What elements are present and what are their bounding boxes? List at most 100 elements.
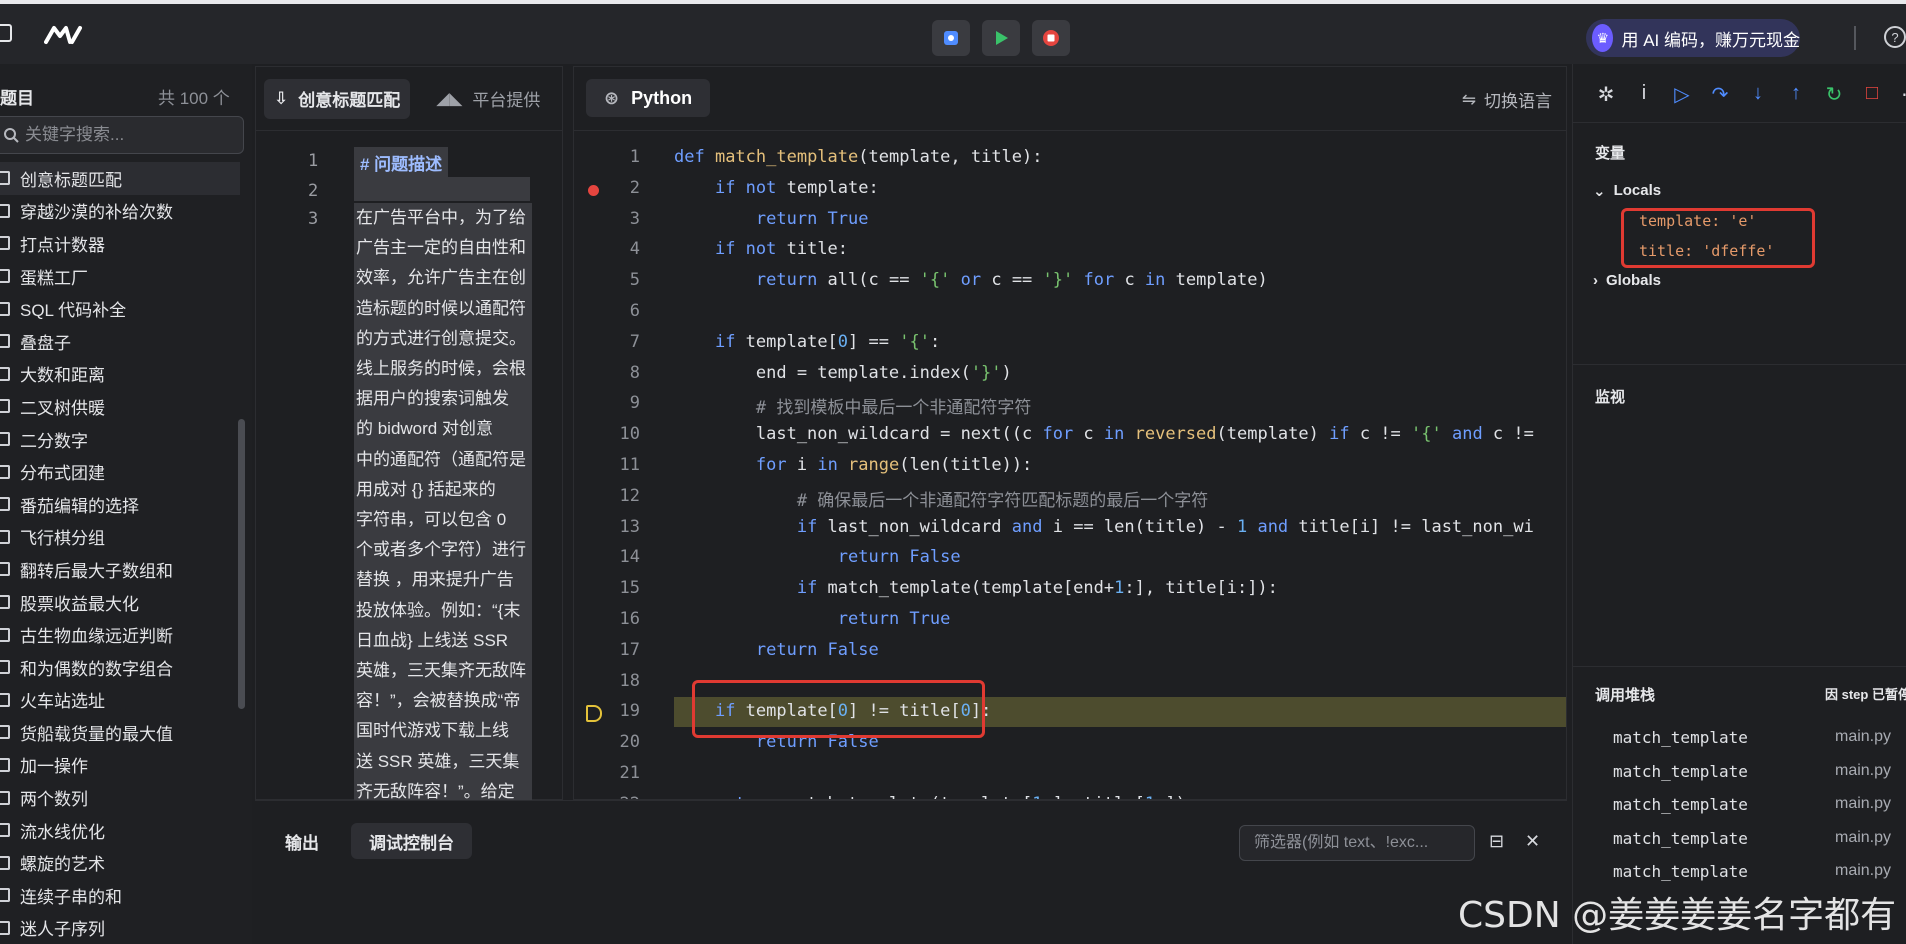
sidebar-scrollbar[interactable] [238,419,245,709]
debug-button[interactable] [932,20,970,56]
sidebar-item-label: 和为偶数的数字组合 [20,659,173,679]
tab-platform[interactable]: ◢◣ 平台提供 [426,79,550,119]
description-line: 替换 ，用来提升广告 [356,570,514,590]
sidebar-item[interactable]: 大数和距离 [0,358,240,391]
watermark: CSDN @姜姜姜姜名字都有 [1458,895,1897,936]
sidebar-item[interactable]: 飞行棋分组 [0,521,240,554]
restart-icon[interactable]: ↻ [1825,82,1843,107]
close-icon[interactable]: ✕ [1525,831,1540,852]
tab-python[interactable]: ⊛ Python [586,79,711,117]
code-token: in [1144,270,1176,291]
code-line[interactable]: 21 [574,759,1566,789]
callstack-frame[interactable]: match_template main.py [1613,762,1903,781]
sidebar-item[interactable]: 番茄编辑的选择 [0,488,240,521]
more-icon[interactable]: ⋯ [1901,82,1906,107]
callstack-frame[interactable]: match_template main.py [1613,728,1903,747]
stop-icon [1043,30,1059,46]
info-icon[interactable]: i [1635,82,1653,107]
code-line[interactable]: 10 last_non_wildcard = next((c for c in … [574,420,1566,450]
code-line[interactable]: 6 [574,297,1566,327]
description-line: 线上服务的时候，会根 [356,359,526,379]
sidebar-item[interactable]: 螺旋的艺术 [0,846,240,879]
sidebar-item-label: 螺旋的艺术 [20,855,105,875]
bug-icon[interactable]: ✲ [1597,82,1615,107]
document-icon [0,660,10,675]
continue-icon[interactable]: ▷ [1673,82,1691,107]
callstack-frame[interactable]: match_template main.py [1613,862,1903,881]
sidebar-item[interactable]: 股票收益最大化 [0,586,240,619]
code-line[interactable]: 15 if match_template(template[end+1:], t… [574,574,1566,604]
sidebar-item[interactable]: 叠盘子 [0,325,240,358]
sidebar-item[interactable]: 两个数列 [0,781,240,814]
sidebar-item[interactable]: 翻转后最大子数组和 [0,553,240,586]
document-icon [0,823,10,838]
stop-square-icon[interactable]: □ [1863,82,1881,107]
clear-console-icon[interactable]: ⊟ [1489,831,1504,852]
locals-node[interactable]: ⌄ Locals [1593,182,1661,200]
sidebar-item[interactable]: 火车站选址 [0,684,240,717]
sidebar-item-label: 番茄编辑的选择 [20,496,139,516]
sidebar-item-label: 流水线优化 [20,822,105,842]
sidebar-item[interactable]: 二叉树供暖 [0,390,240,423]
sidebar-item-label: 创意标题匹配 [20,170,122,190]
search-input[interactable] [25,125,225,145]
code-text: if not title: [674,239,848,259]
search-box[interactable] [0,116,244,154]
code-line[interactable]: 14 return False [574,543,1566,573]
code-token: if [1329,424,1360,445]
sidebar-item[interactable]: 迷人子序列 [0,912,240,944]
run-button[interactable] [982,20,1020,56]
filter-input[interactable] [1254,834,1464,852]
code-line[interactable]: 11 for i in range(len(title)): [574,451,1566,481]
sidebar-item[interactable]: 连续子串的和 [0,879,240,912]
sidebar-item[interactable]: 分布式团建 [0,455,240,488]
code-line[interactable]: 13 if last_non_wildcard and i == len(tit… [574,513,1566,543]
code-line[interactable]: 7 if template[0] == '{': [574,328,1566,358]
filter-box[interactable] [1239,825,1475,861]
sidebar-item[interactable]: 打点计数器 [0,227,240,260]
globals-node[interactable]: › Globals [1593,272,1661,289]
sidebar-item[interactable]: 货船载货量的最大值 [0,716,240,749]
sidebar-item[interactable]: 流水线优化 [0,814,240,847]
code-line[interactable]: 8 end = template.index('}') [574,359,1566,389]
sidebar-item-label: SQL 代码补全 [20,301,127,321]
callstack-frame[interactable]: match_template main.py [1613,829,1903,848]
step-into-icon[interactable]: ↓ [1749,82,1767,107]
switch-language-button[interactable]: ⇋ 切换语言 [1462,87,1552,112]
step-over-icon[interactable]: ↷ [1711,82,1729,107]
ai-promo-button[interactable]: ♛ 用 AI 编码，赚万元现金 [1586,19,1800,57]
code-line[interactable]: 1 def match_template(template, title): [574,143,1566,173]
code-line[interactable]: 17 return False [574,636,1566,666]
line-number: 6 [629,301,640,321]
tab-output[interactable]: 输出 [267,823,337,859]
sidebar-item[interactable]: 穿越沙漠的补给次数 [0,195,240,228]
sidebar-item[interactable]: 古生物血缘远近判断 [0,618,240,651]
sidebar-item[interactable]: 蛋糕工厂 [0,260,240,293]
sidebar-item[interactable]: 加一操作 [0,749,240,782]
stop-button[interactable] [1032,20,1070,56]
tab-debug-console[interactable]: 调试控制台 [351,823,472,859]
sidebar-item[interactable]: 二分数字 [0,423,240,456]
sidebar-item[interactable]: SQL 代码补全 [0,292,240,325]
code-line[interactable]: 4 if not title: [574,235,1566,265]
description-blank-line [354,177,530,201]
callstack-frame[interactable]: match_template main.py [1613,795,1903,814]
step-out-icon[interactable]: ↑ [1787,82,1805,107]
sidebar-item[interactable]: 和为偶数的数字组合 [0,651,240,684]
code-line[interactable]: 12 # 确保最后一个非通配符字符匹配标题的最后一个字符 [574,482,1566,512]
sidebar-item-label: 迷人子序列 [20,920,105,940]
tab-description[interactable]: ⇩ 创意标题匹配 [264,78,411,119]
problem-list: 创意标题匹配穿越沙漠的补给次数 打点计数器 蛋糕工厂 SQL 代码补全叠盘子 大数和距离… [0,162,240,944]
code-line[interactable]: 9 # 找到模板中最后一个非通配符字符 [574,389,1566,419]
python-icon: ⊛ [604,87,620,108]
code-line[interactable]: 3 return True [574,205,1566,235]
help-icon[interactable]: ? [1884,26,1906,48]
sidebar-item-label: 股票收益最大化 [20,594,139,614]
sidebar-item[interactable]: 创意标题匹配 [0,162,240,195]
code-line[interactable]: 5 return all(c == '{' or c == '}' for c … [574,266,1566,296]
problem-count: 共 100 个 [158,89,230,108]
sidebar-toggle-icon[interactable] [0,24,12,42]
code-line[interactable]: 16 return True [574,605,1566,635]
code-line[interactable]: 2 if not template: [574,174,1566,204]
code-line[interactable]: 22 return match_template(template[1:], t… [574,790,1566,799]
